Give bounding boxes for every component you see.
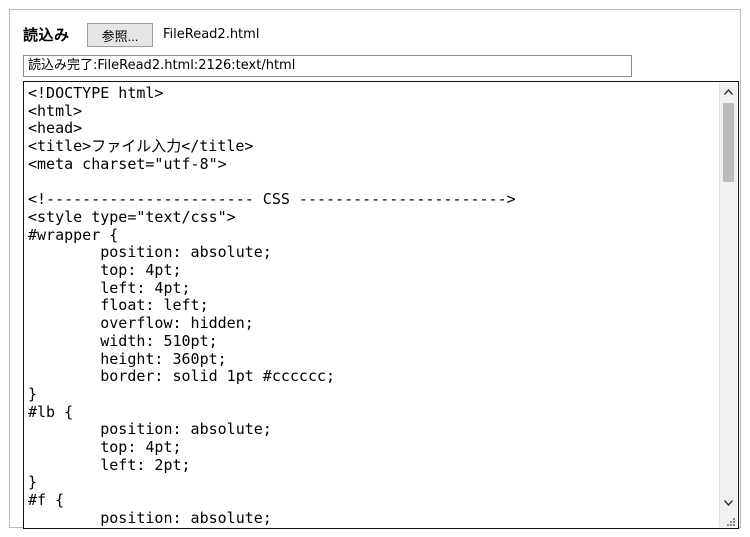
- read-label: 読込み: [23, 26, 70, 44]
- vertical-scrollbar[interactable]: [719, 83, 737, 527]
- scroll-down-arrow-icon[interactable]: [720, 494, 737, 511]
- browse-button[interactable]: 参照...: [87, 23, 153, 47]
- scrollbar-thumb[interactable]: [723, 103, 734, 182]
- status-field[interactable]: 読込み完了:FileRead2.html:2126:text/html: [23, 55, 632, 77]
- selected-file-name: FileRead2.html: [163, 27, 260, 42]
- scroll-up-arrow-icon[interactable]: [720, 83, 737, 100]
- file-content-textarea[interactable]: <!DOCTYPE html> <html> <head> <title>ファイ…: [23, 81, 739, 529]
- resize-grip-icon[interactable]: [724, 515, 736, 527]
- file-reader-panel: 読込み 参照... FileRead2.html 読込み完了:FileRead2…: [9, 9, 741, 529]
- status-detail: :FileRead2.html:2126:text/html: [93, 58, 296, 73]
- file-content-text[interactable]: <!DOCTYPE html> <html> <head> <title>ファイ…: [25, 83, 718, 527]
- status-prefix: 読込み完了: [28, 58, 94, 73]
